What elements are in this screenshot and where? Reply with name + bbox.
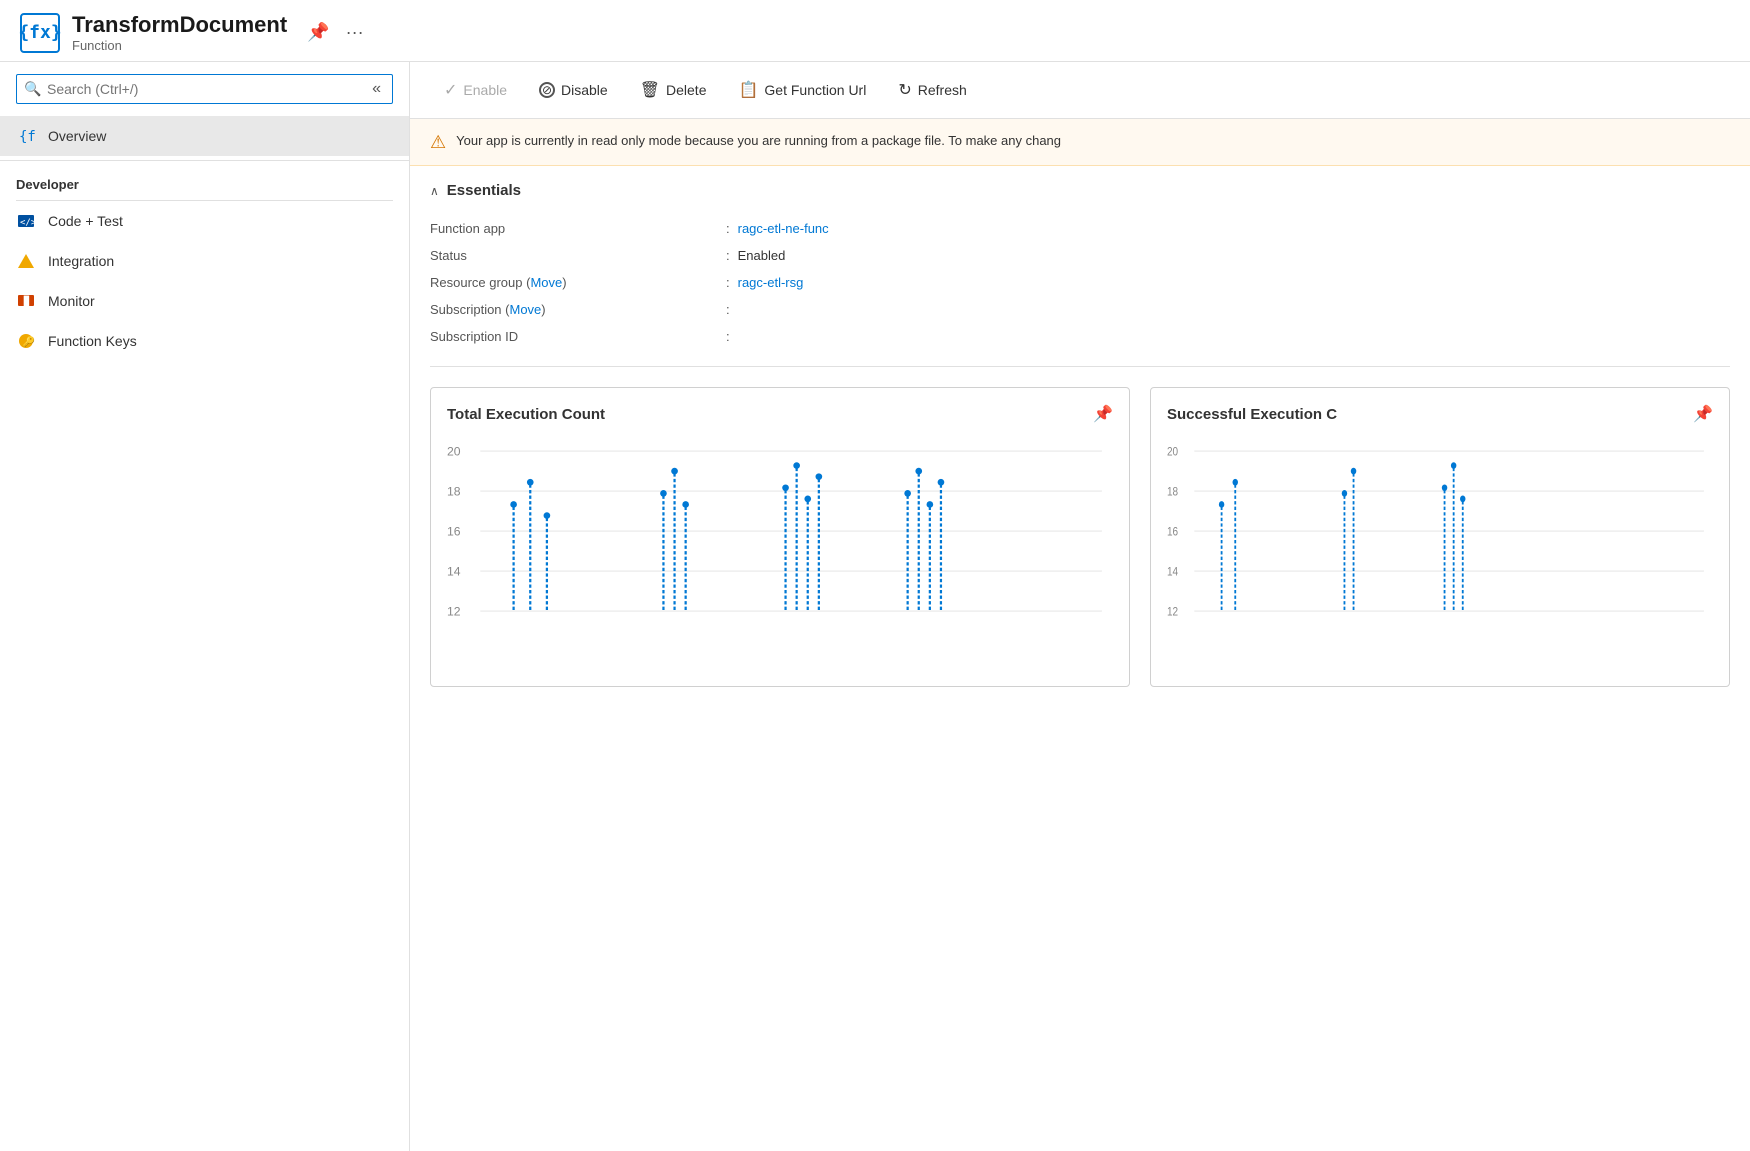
refresh-icon: ↻	[898, 80, 911, 100]
code-test-icon: </>	[16, 211, 36, 231]
get-function-url-icon: 📋	[738, 80, 758, 100]
subscription-label: Subscription (Move)	[430, 296, 710, 323]
toolbar: ✓ Enable ⊘ Disable 🗑 Delete 📋 Get Functi…	[410, 62, 1750, 119]
function-app-link[interactable]: ragc-etl-ne-func	[738, 221, 829, 236]
sidebar-item-integration[interactable]: Integration	[0, 241, 409, 281]
svg-text:🔑: 🔑	[23, 335, 36, 348]
subscription-move-link[interactable]: Move	[510, 302, 542, 317]
svg-text:12: 12	[447, 605, 461, 619]
app-icon: {fx}	[20, 13, 60, 53]
enable-icon: ✓	[444, 80, 457, 100]
sidebar-item-function-keys[interactable]: 🔑 Function Keys	[0, 321, 409, 361]
status-label: Status	[430, 242, 710, 269]
svg-text:18: 18	[447, 485, 461, 499]
sidebar-item-overview[interactable]: {f} Overview	[0, 116, 409, 156]
successful-execution-chart: Successful Execution C 📌 20	[1150, 387, 1730, 687]
svg-text:{f}: {f}	[19, 129, 35, 145]
resource-group-value: ragc-etl-rsg	[710, 269, 1730, 296]
enable-button[interactable]: ✓ Enable	[430, 72, 521, 108]
function-keys-icon: 🔑	[16, 331, 36, 351]
total-execution-title: Total Execution Count	[447, 406, 605, 423]
collapse-sidebar-button[interactable]: «	[364, 76, 389, 102]
warning-icon: ⚠	[430, 132, 446, 153]
svg-text:▐▌: ▐▌	[21, 295, 32, 307]
sidebar-item-code-test[interactable]: </> Code + Test	[0, 201, 409, 241]
sidebar: 🔍 « {f} Overview Developer	[0, 62, 410, 1151]
charts-area: Total Execution Count 📌 20	[410, 367, 1750, 1151]
svg-text:16: 16	[447, 525, 461, 539]
sidebar-item-monitor[interactable]: ▐▌ Monitor	[0, 281, 409, 321]
delete-icon: 🗑	[640, 80, 660, 100]
svg-text:18: 18	[1167, 486, 1178, 499]
total-execution-chart-body: 20 18 16 14 12	[447, 440, 1113, 670]
svg-text:16: 16	[1167, 526, 1178, 539]
warning-banner: ⚠ Your app is currently in read only mod…	[410, 119, 1750, 166]
page-title: TransformDocument	[72, 12, 287, 38]
resource-group-move-link[interactable]: Move	[530, 275, 562, 290]
content-area: ✓ Enable ⊘ Disable 🗑 Delete 📋 Get Functi…	[410, 62, 1750, 1151]
subscription-value	[710, 296, 1730, 323]
essentials-section: ∧ Essentials Function app ragc-etl-ne-fu…	[410, 166, 1750, 366]
overview-icon: {f}	[16, 126, 36, 146]
function-app-value: ragc-etl-ne-func	[710, 215, 1730, 242]
essentials-title: Essentials	[447, 182, 521, 199]
essentials-grid: Function app ragc-etl-ne-func Status Ena…	[430, 215, 1730, 350]
function-app-label: Function app	[430, 215, 710, 242]
subscription-id-label: Subscription ID	[430, 323, 710, 350]
integration-icon	[16, 251, 36, 271]
subscription-id-value	[710, 323, 1730, 350]
refresh-button[interactable]: ↻ Refresh	[884, 72, 980, 108]
svg-text:</>: </>	[20, 218, 35, 228]
get-function-url-button[interactable]: 📋 Get Function Url	[724, 72, 880, 108]
status-value: Enabled	[710, 242, 1730, 269]
disable-icon: ⊘	[539, 82, 555, 98]
search-input[interactable]	[16, 74, 393, 104]
resource-group-label: Resource group (Move)	[430, 269, 710, 296]
successful-execution-title: Successful Execution C	[1167, 406, 1337, 423]
developer-section-header: Developer	[0, 160, 409, 200]
total-execution-chart: Total Execution Count 📌 20	[430, 387, 1130, 687]
resource-group-link[interactable]: ragc-etl-rsg	[738, 275, 804, 290]
successful-execution-svg: 20 18 16 14 12	[1167, 440, 1713, 640]
disable-button[interactable]: ⊘ Disable	[525, 74, 622, 106]
page-subtitle: Function	[72, 38, 287, 53]
svg-text:20: 20	[1167, 446, 1178, 459]
delete-button[interactable]: 🗑 Delete	[626, 72, 721, 108]
svg-text:12: 12	[1167, 606, 1178, 619]
monitor-icon: ▐▌	[16, 291, 36, 311]
svg-text:14: 14	[1167, 566, 1178, 579]
more-options-icon[interactable]: ···	[342, 18, 368, 47]
svg-text:14: 14	[447, 565, 461, 579]
pin-icon[interactable]: 📌	[303, 18, 333, 47]
essentials-toggle[interactable]: ∧	[430, 184, 439, 198]
warning-text: Your app is currently in read only mode …	[456, 131, 1061, 151]
successful-execution-chart-body: 20 18 16 14 12	[1167, 440, 1713, 670]
search-icon: 🔍	[24, 81, 41, 98]
total-execution-svg: 20 18 16 14 12	[447, 440, 1113, 640]
successful-execution-pin-icon[interactable]: 📌	[1693, 404, 1713, 424]
total-execution-pin-icon[interactable]: 📌	[1093, 404, 1113, 424]
svg-text:20: 20	[447, 445, 461, 459]
